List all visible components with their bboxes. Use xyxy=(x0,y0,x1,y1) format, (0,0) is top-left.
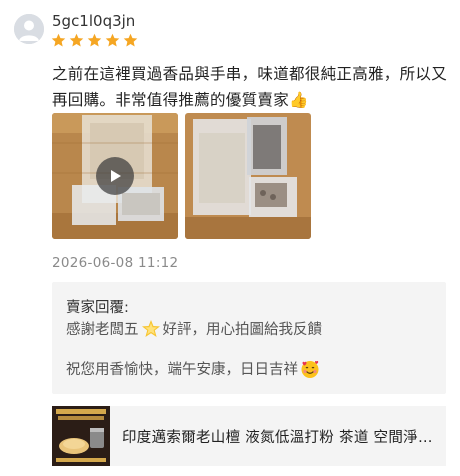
product-name: 印度邁索爾老山檀 液氮低溫打粉 茶道 空間淨化 香道用品 xyxy=(122,430,438,446)
seller-reply-box: 賣家回覆: 感謝老闆五 好評，用心拍圖給我反饋 祝您用香愉快，端午安康，日日吉祥 xyxy=(52,282,446,394)
product-card[interactable]: 印度邁索爾老山檀 液氮低溫打粉 茶道 空間淨化 香道用品 xyxy=(52,406,446,466)
seller-reply-text: 好評，用心拍圖給我反饋 xyxy=(162,322,323,338)
review-video-thumbnail[interactable] xyxy=(52,113,178,239)
seller-reply-text: 祝您用香愉快，端午安康，日日吉祥 xyxy=(66,362,298,378)
seller-reply-line-2: 祝您用香愉快，端午安康，日日吉祥 xyxy=(66,358,320,379)
seller-reply-line-1: 感謝老闆五 好評，用心拍圖給我反饋 xyxy=(66,318,322,339)
reviewer-username[interactable]: 5gc1l0q3jn xyxy=(52,12,135,30)
product-thumbnail xyxy=(52,406,110,466)
star-icon xyxy=(69,33,84,47)
star-icon xyxy=(51,33,66,47)
play-icon xyxy=(111,170,121,182)
smiling-face-with-hearts-icon xyxy=(301,360,319,378)
product-image xyxy=(52,406,110,466)
star-icon xyxy=(123,33,138,47)
seller-reply-text: 感謝老闆五 xyxy=(66,322,139,338)
glowing-star-icon xyxy=(141,319,160,337)
person-icon xyxy=(14,14,44,44)
seller-reply-title: 賣家回覆: xyxy=(66,300,129,316)
star-rating xyxy=(51,33,138,48)
star-icon xyxy=(105,33,120,47)
review-timestamp: 2026-06-08 11:12 xyxy=(52,255,179,271)
user-avatar[interactable] xyxy=(14,14,44,44)
review-photo[interactable] xyxy=(185,113,311,239)
review-photo-image xyxy=(185,113,311,239)
star-icon xyxy=(87,33,102,47)
play-button[interactable] xyxy=(96,157,134,195)
review-text: 之前在這裡買過香品與手串，味道都很純正高雅，所以又再回購。非常值得推薦的優質賣家… xyxy=(52,65,448,109)
